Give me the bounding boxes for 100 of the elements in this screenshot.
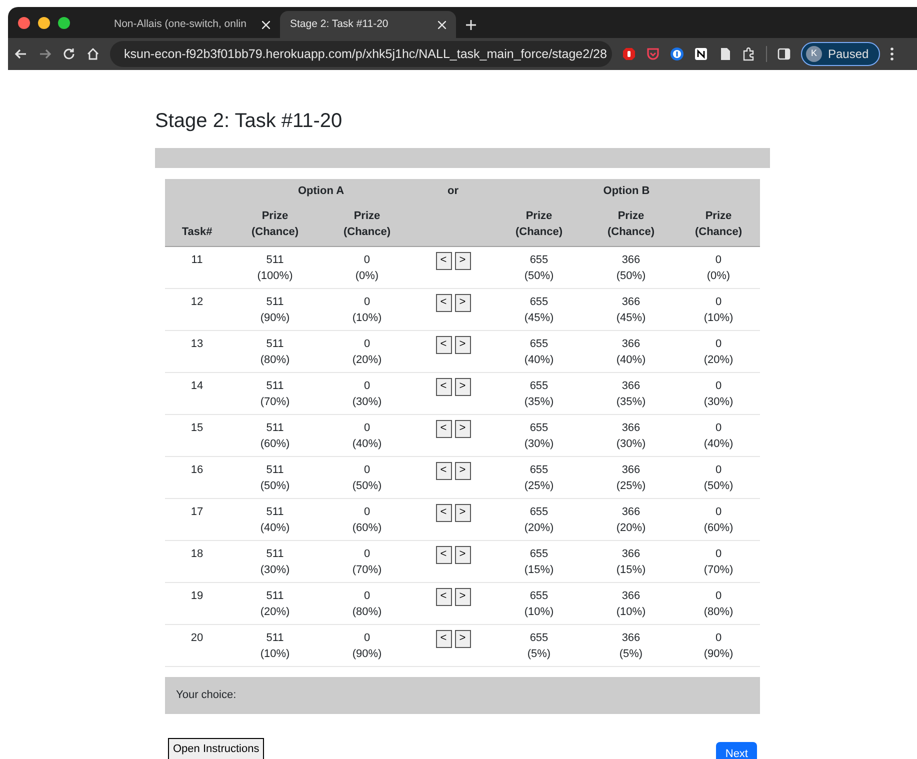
close-tab-icon[interactable] bbox=[262, 20, 270, 28]
table-cell-text: 655 (45%) bbox=[524, 294, 554, 326]
table-cell-text: 655 (35%) bbox=[524, 378, 554, 410]
table-cell-text: 511 (30%) bbox=[260, 546, 290, 578]
page-title: Stage 2: Task #11-20 bbox=[155, 109, 344, 133]
table-cell-text: 511 (50%) bbox=[260, 462, 290, 494]
table-cell-text: 366 (45%) bbox=[616, 294, 646, 326]
avatar-initial: K bbox=[806, 46, 822, 62]
table-cell-text: 0 (80%) bbox=[352, 588, 382, 620]
table-cell-text: 655 (30%) bbox=[524, 420, 554, 452]
table-cell-text: 366 (10%) bbox=[616, 588, 646, 620]
column-header: Task# bbox=[182, 224, 212, 240]
table-cell-text: 655 (10%) bbox=[524, 588, 554, 620]
choice-arrow-button[interactable]: < bbox=[436, 588, 452, 606]
browser-tab[interactable]: Stage 2: Task #11-20 bbox=[280, 11, 456, 38]
table-cell-text: 0 (70%) bbox=[352, 546, 382, 578]
table-cell-text: 366 (40%) bbox=[616, 336, 646, 368]
choice-arrow-button[interactable]: > bbox=[454, 336, 470, 354]
table-cell-text: 0 (0%) bbox=[706, 252, 730, 284]
choice-arrow-button[interactable]: < bbox=[436, 252, 452, 270]
task-number: 13 bbox=[190, 338, 204, 350]
table-cell-text: 366 (5%) bbox=[619, 630, 643, 662]
table-cell-text: 366 (30%) bbox=[616, 420, 646, 452]
table-cell-text: 0 (70%) bbox=[704, 546, 734, 578]
choice-arrow-button[interactable]: < bbox=[436, 420, 452, 438]
table-cell-text: 0 (10%) bbox=[352, 294, 382, 326]
choice-arrow-button[interactable]: > bbox=[454, 420, 470, 438]
table-cell-text: 655 (15%) bbox=[524, 546, 554, 578]
table-cell-text: 655 (50%) bbox=[524, 252, 554, 284]
choice-arrow-button[interactable]: < bbox=[436, 462, 452, 480]
close-tab-icon[interactable] bbox=[438, 20, 446, 28]
task-number: 12 bbox=[190, 296, 204, 308]
table-cell-text: 511 (60%) bbox=[260, 420, 290, 452]
table-cell-text: 511 (100%) bbox=[257, 252, 293, 284]
task-number: 18 bbox=[190, 548, 204, 560]
column-header: Prize (Chance) bbox=[607, 208, 655, 240]
column-header: Prize (Chance) bbox=[343, 208, 391, 240]
task-number: 17 bbox=[190, 506, 204, 518]
open-instructions-button[interactable]: Open Instructions bbox=[168, 738, 264, 759]
tab-title: Stage 2: Task #11-20 bbox=[290, 16, 390, 32]
table-cell-text: 511 (70%) bbox=[260, 378, 290, 410]
document-icon[interactable] bbox=[718, 47, 732, 61]
next-button[interactable]: Next bbox=[716, 742, 757, 759]
table-cell-text: 0 (40%) bbox=[352, 420, 382, 452]
table-cell-text: 0 (50%) bbox=[704, 462, 734, 494]
table-cell-text: 0 (10%) bbox=[704, 294, 734, 326]
column-header: Prize (Chance) bbox=[515, 208, 563, 240]
table-cell-text: 0 (40%) bbox=[704, 420, 734, 452]
url-text: ksun-econ-f92b3f01bb79.herokuapp.com/p/xhk5j1hc/NALL_task_main_force/stage2/28 bbox=[124, 46, 607, 63]
puzzle-icon[interactable] bbox=[742, 47, 756, 61]
choice-arrow-button[interactable]: > bbox=[454, 546, 470, 564]
table-cell-text: 0 (0%) bbox=[355, 252, 379, 284]
choice-arrow-button[interactable]: > bbox=[454, 378, 470, 396]
choice-arrow-button[interactable]: < bbox=[436, 546, 452, 564]
table-cell-text: 0 (50%) bbox=[352, 462, 382, 494]
back-arrow-icon[interactable] bbox=[14, 47, 28, 61]
table-cell-text: 0 (90%) bbox=[704, 630, 734, 662]
table-cell-text: 0 (30%) bbox=[704, 378, 734, 410]
task-number: 11 bbox=[191, 254, 203, 266]
reload-icon[interactable] bbox=[62, 47, 76, 61]
home-icon[interactable] bbox=[86, 47, 100, 61]
table-cell-text: 366 (15%) bbox=[616, 546, 646, 578]
choice-arrow-button[interactable]: > bbox=[454, 252, 470, 270]
column-header: Prize (Chance) bbox=[694, 208, 742, 240]
task-number: 19 bbox=[190, 590, 204, 602]
task-number: 16 bbox=[190, 464, 204, 476]
new-tab-icon[interactable] bbox=[466, 20, 476, 30]
browser-tab[interactable]: Non-Allais (one-switch, onlin bbox=[104, 11, 280, 38]
table-cell-text: 511 (40%) bbox=[260, 504, 290, 536]
choice-arrow-button[interactable]: > bbox=[454, 462, 470, 480]
table-cell-text: 511 (20%) bbox=[260, 588, 290, 620]
table-cell-text: 0 (20%) bbox=[352, 336, 382, 368]
table-cell-text: 366 (35%) bbox=[616, 378, 646, 410]
task-number: 15 bbox=[190, 422, 204, 434]
choice-arrow-button[interactable]: < bbox=[436, 336, 452, 354]
task-number: 20 bbox=[190, 632, 204, 644]
table-cell-text: 511 (90%) bbox=[260, 294, 290, 326]
address-bar[interactable]: ksun-econ-f92b3f01bb79.herokuapp.com/p/xhk5j1hc/NALL_task_main_force/stage2/28 bbox=[110, 41, 612, 67]
profile-button[interactable]: K Paused bbox=[801, 42, 880, 66]
choice-arrow-button[interactable]: < bbox=[436, 504, 452, 522]
choice-arrow-button[interactable]: < bbox=[436, 294, 452, 312]
table-cell-text: 655 (20%) bbox=[524, 504, 554, 536]
table-cell-text: 0 (80%) bbox=[704, 588, 734, 620]
choice-arrow-button[interactable]: > bbox=[454, 588, 470, 606]
table-cell-text: 511 (80%) bbox=[260, 336, 290, 368]
menu-icon[interactable] bbox=[890, 47, 894, 61]
tab-title: Non-Allais (one-switch, onlin bbox=[114, 16, 248, 32]
table-cell-text: 0 (60%) bbox=[352, 504, 382, 536]
table-cell-text: 655 (40%) bbox=[524, 336, 554, 368]
choice-arrow-button[interactable]: > bbox=[454, 504, 470, 522]
choice-arrow-button[interactable]: < bbox=[436, 378, 452, 396]
table-cell-text: 511 (10%) bbox=[260, 630, 290, 662]
choice-arrow-button[interactable]: > bbox=[454, 630, 470, 648]
side-panel-icon[interactable] bbox=[777, 47, 791, 61]
forward-arrow-icon[interactable] bbox=[38, 47, 52, 61]
choice-arrow-button[interactable]: < bbox=[436, 630, 452, 648]
profile-status: Paused bbox=[828, 46, 869, 63]
choice-arrow-button[interactable]: > bbox=[454, 294, 470, 312]
column-header: Prize (Chance) bbox=[251, 208, 299, 240]
column-group-header: Option A bbox=[229, 179, 413, 204]
